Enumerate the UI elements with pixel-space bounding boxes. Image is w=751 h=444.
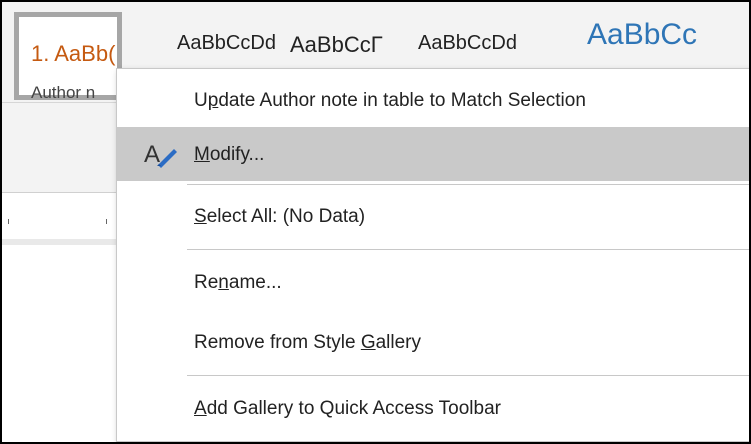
ruler-tick <box>106 219 107 224</box>
window-frame: 1. AaBb( Author n AaBbCcDd AaBbCcΓ AaBbC… <box>0 0 751 444</box>
menu-item-label: Select All: (No Data) <box>194 206 366 227</box>
ruler-tick <box>8 219 9 224</box>
svg-text:A: A <box>144 141 160 168</box>
menu-item-label: Modify... <box>194 144 265 165</box>
menu-item-label: Remove from Style Gallery <box>194 332 422 353</box>
style-name-label: Author n <box>31 83 96 102</box>
menu-item-label: Add Gallery to Quick Access Toolbar <box>194 398 501 419</box>
menu-item-remove-from-gallery[interactable]: Remove from Style Gallery <box>117 315 749 369</box>
menu-item-select-all[interactable]: Select All: (No Data) <box>117 189 749 243</box>
menu-item-modify[interactable]: A Modify... <box>117 127 749 181</box>
menu-item-rename[interactable]: Rename... <box>117 255 749 309</box>
menu-separator <box>187 375 749 376</box>
menu-separator <box>187 184 749 185</box>
menu-item-update-to-match[interactable]: Update Author note in table to Match Sel… <box>117 73 749 127</box>
menu-item-label: Update Author note in table to Match Sel… <box>194 90 586 111</box>
style-preview-heading-1[interactable]: AaBbCcDd <box>418 32 517 55</box>
style-context-menu: Update Author note in table to Match Sel… <box>116 68 749 442</box>
menu-item-add-to-quick-access[interactable]: Add Gallery to Quick Access Toolbar <box>117 381 749 435</box>
style-preview-text: 1. AaBb( <box>31 41 116 66</box>
menu-item-label: Rename... <box>194 272 282 293</box>
modify-style-icon: A <box>144 141 177 168</box>
style-tile-author-note[interactable]: 1. AaBb( Author n <box>14 12 122 102</box>
menu-separator <box>187 249 749 250</box>
style-preview-no-spacing[interactable]: AaBbCcΓ <box>290 32 383 58</box>
style-preview-title[interactable]: AaBbCc <box>587 18 697 52</box>
style-preview-normal[interactable]: AaBbCcDd <box>177 32 276 55</box>
